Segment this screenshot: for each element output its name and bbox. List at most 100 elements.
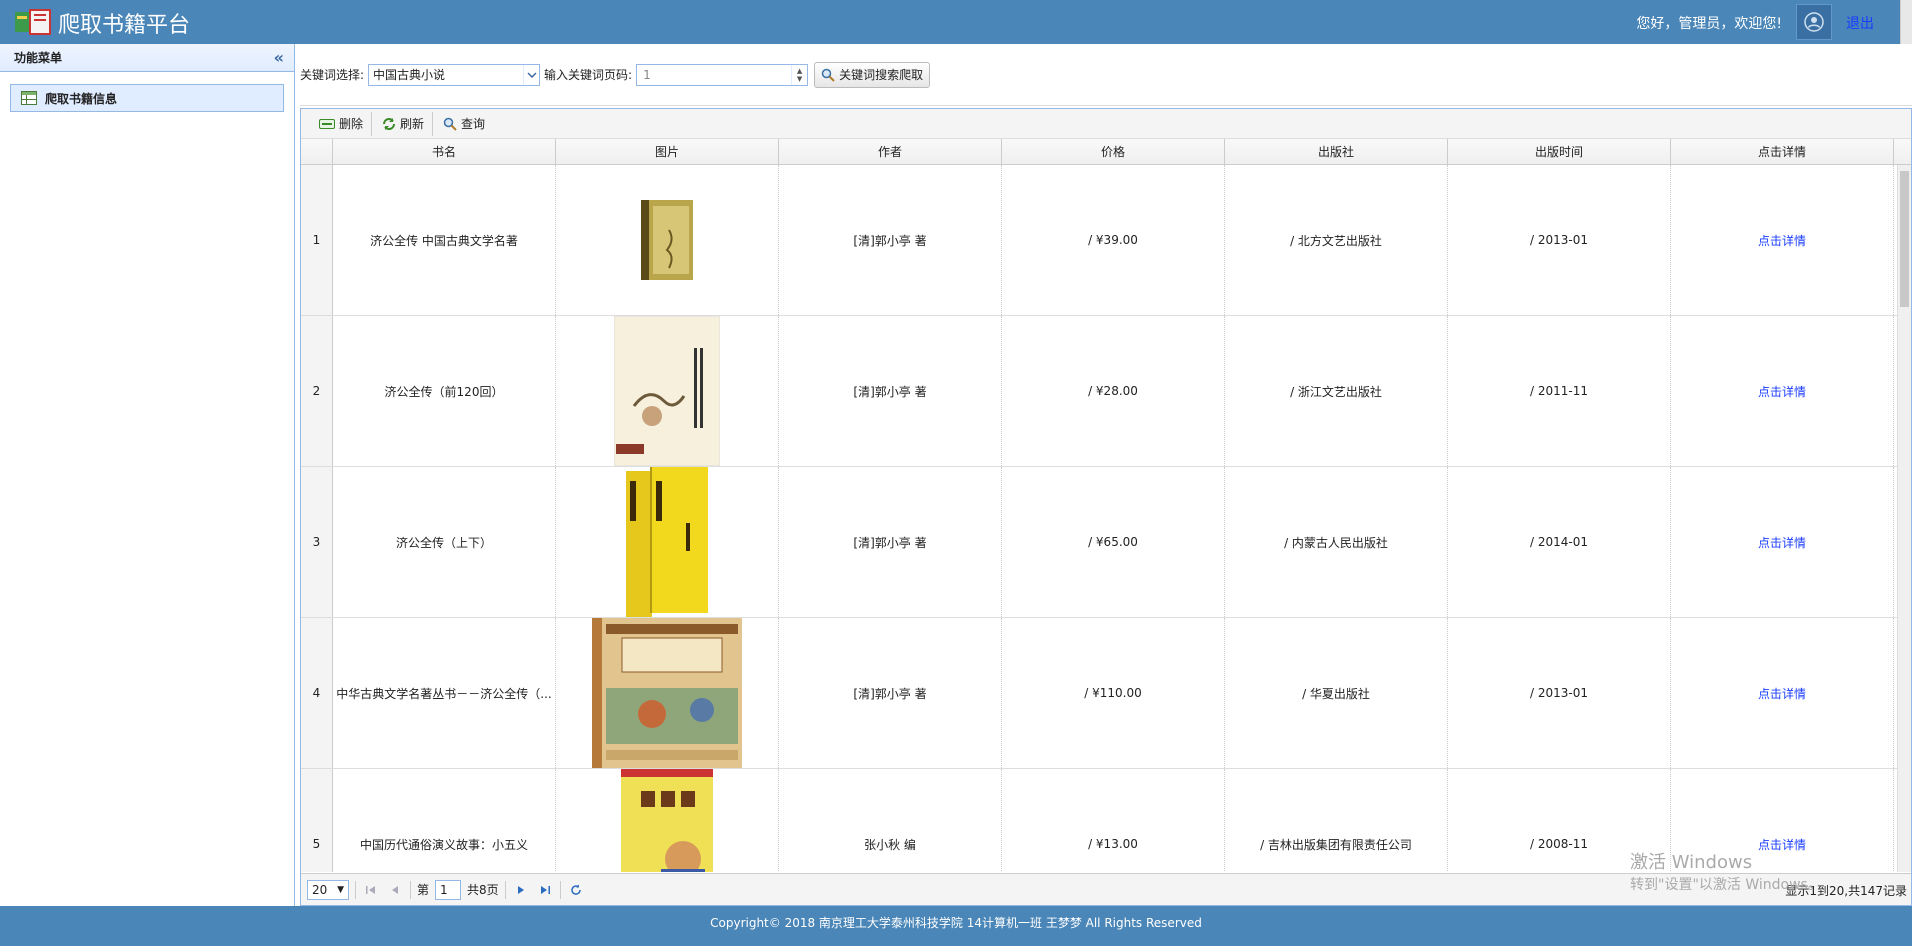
row-number: 5 — [301, 769, 333, 872]
logout-link[interactable]: 退出 — [1846, 13, 1874, 33]
main-content: 关键词选择: 中国古典小说 输入关键词页码: 1 ▲ ▼ 关键词搜索爬取 删除 刷… — [300, 44, 1912, 906]
grid-body: 1 济公全传 中国古典文学名著 [清]郭小亭 著 / ¥39.00 / 北方文艺… — [301, 165, 1911, 872]
cell-price: / ¥39.00 — [1002, 165, 1225, 315]
column-header-image[interactable]: 图片 — [556, 139, 779, 164]
cell-price: / ¥110.00 — [1002, 618, 1225, 768]
cell-image — [556, 618, 779, 768]
spinner-icon[interactable]: ▲ ▼ — [791, 64, 807, 85]
cell-author: [清]郭小亭 著 — [779, 618, 1002, 768]
column-header-author[interactable]: 作者 — [779, 139, 1002, 164]
detail-link[interactable]: 点击详情 — [1758, 685, 1806, 702]
sidebar: 功能菜单 « 爬取书籍信息 — [0, 44, 295, 906]
cell-title: 济公全传 中国古典文学名著 — [333, 165, 556, 315]
pager-separator — [559, 880, 561, 899]
column-header-price[interactable]: 价格 — [1002, 139, 1225, 164]
table-icon — [21, 91, 37, 105]
cell-price: / ¥28.00 — [1002, 316, 1225, 466]
column-header-date[interactable]: 出版时间 — [1448, 139, 1671, 164]
row-number: 2 — [301, 316, 333, 466]
row-number: 4 — [301, 618, 333, 768]
column-header-publisher[interactable]: 出版社 — [1225, 139, 1448, 164]
sidebar-title: 功能菜单 — [14, 51, 63, 65]
delete-icon — [319, 118, 335, 129]
book-cover-image — [614, 316, 720, 466]
keyword-search-label: 关键词搜索爬取 — [839, 68, 924, 82]
keyword-search-button[interactable]: 关键词搜索爬取 — [814, 61, 931, 88]
table-row[interactable]: 1 济公全传 中国古典文学名著 [清]郭小亭 著 / ¥39.00 / 北方文艺… — [301, 165, 1911, 316]
keyword-label: 关键词选择: — [300, 68, 365, 82]
total-pages: 共8页 — [467, 883, 499, 897]
first-page-icon[interactable] — [362, 881, 380, 899]
table-row[interactable]: 3 济公全传（上下） [清]郭小亭 著 / ¥65.00 / 内蒙古人民出版社 … — [301, 467, 1911, 618]
row-number: 1 — [301, 165, 333, 315]
query-button[interactable]: 查询 — [435, 112, 493, 136]
cell-image — [556, 316, 779, 466]
cell-date: / 2014-01 — [1448, 467, 1671, 617]
cell-publisher: / 吉林出版集团有限责任公司 — [1225, 769, 1448, 872]
search-icon — [443, 117, 457, 131]
rownum-header — [301, 139, 333, 164]
grid-header: 书名 图片 作者 价格 出版社 出版时间 点击详情 — [301, 139, 1911, 165]
sidebar-item-label: 爬取书籍信息 — [45, 91, 118, 106]
book-cover-image — [626, 467, 708, 617]
cell-title: 济公全传（前120回） — [333, 316, 556, 466]
next-page-icon[interactable] — [512, 881, 530, 899]
cell-title: 中华古典文学名著丛书－－济公全传（... — [333, 618, 556, 768]
detail-link[interactable]: 点击详情 — [1758, 232, 1806, 249]
cell-publisher: / 内蒙古人民出版社 — [1225, 467, 1448, 617]
keyword-select[interactable]: 中国古典小说 — [368, 63, 541, 86]
page-number-value: 1 — [643, 67, 651, 82]
footer: Copyright© 2018 南京理工大学泰州科技学院 14计算机一班 王梦梦… — [0, 906, 1912, 946]
cell-author: 张小秋 编 — [779, 769, 1002, 872]
page-label: 输入关键词页码: — [544, 68, 633, 82]
page-size-value: 20 — [312, 882, 328, 897]
table-row[interactable]: 4 中华古典文学名著丛书－－济公全传（... [清]郭小亭 著 / ¥110.0… — [301, 618, 1911, 769]
column-header-detail[interactable]: 点击详情 — [1671, 139, 1894, 164]
grid-scrollbar[interactable] — [1897, 165, 1911, 872]
user-avatar-icon[interactable] — [1796, 4, 1832, 40]
book-cover-image — [641, 200, 693, 280]
cell-detail: 点击详情 — [1671, 618, 1894, 768]
pager-separator — [355, 880, 356, 899]
refresh-label: 刷新 — [400, 117, 425, 131]
welcome-text: 您好，管理员，欢迎您! — [1636, 16, 1782, 32]
top-header: 爬取书籍平台 您好，管理员，欢迎您! 退出 — [0, 0, 1912, 44]
page-number-input[interactable]: 1 ▲ ▼ — [636, 63, 809, 86]
current-page-input[interactable]: 1 — [435, 879, 462, 900]
windows-activation-watermark: 激活 Windows 转到"设置"以激活 Windows。 — [1630, 852, 1822, 896]
column-header-title[interactable]: 书名 — [333, 139, 556, 164]
cell-author: [清]郭小亭 著 — [779, 316, 1002, 466]
detail-link[interactable]: 点击详情 — [1758, 383, 1806, 400]
row-number: 3 — [301, 467, 333, 617]
prev-page-icon[interactable] — [386, 881, 404, 899]
cell-title: 济公全传（上下） — [333, 467, 556, 617]
cell-image — [556, 467, 779, 617]
reload-icon[interactable] — [567, 881, 585, 899]
cell-image — [556, 769, 779, 872]
page-size-select[interactable]: 20 ▼ — [307, 879, 349, 900]
detail-link[interactable]: 点击详情 — [1758, 534, 1806, 551]
book-cover-image — [621, 769, 713, 872]
cell-date: / 2011-11 — [1448, 316, 1671, 466]
watermark-line2: 转到"设置"以激活 Windows。 — [1630, 877, 1822, 893]
refresh-button[interactable]: 刷新 — [374, 111, 434, 136]
cell-date: / 2013-01 — [1448, 618, 1671, 768]
app-title: 爬取书籍平台 — [58, 13, 191, 38]
collapse-double-chevron-icon[interactable]: « — [274, 44, 284, 72]
scrollbar-thumb[interactable] — [1900, 171, 1909, 307]
search-icon — [821, 68, 835, 82]
last-page-icon[interactable] — [536, 881, 554, 899]
query-label: 查询 — [461, 117, 486, 131]
keyword-select-value: 中国古典小说 — [373, 68, 446, 82]
cell-price: / ¥65.00 — [1002, 467, 1225, 617]
pager-separator — [410, 880, 411, 899]
cell-author: [清]郭小亭 著 — [779, 467, 1002, 617]
chevron-down-icon[interactable] — [523, 64, 539, 85]
cell-author: [清]郭小亭 著 — [779, 165, 1002, 315]
delete-button[interactable]: 删除 — [311, 111, 373, 136]
table-row[interactable]: 2 济公全传（前120回） [清]郭小亭 著 / ¥28.00 / 浙江文艺出版… — [301, 316, 1911, 467]
window-scrollbar[interactable] — [1900, 0, 1912, 44]
sidebar-item-book-info[interactable]: 爬取书籍信息 — [10, 84, 284, 112]
detail-link[interactable]: 点击详情 — [1758, 836, 1806, 853]
watermark-line1: 激活 Windows — [1630, 852, 1753, 873]
